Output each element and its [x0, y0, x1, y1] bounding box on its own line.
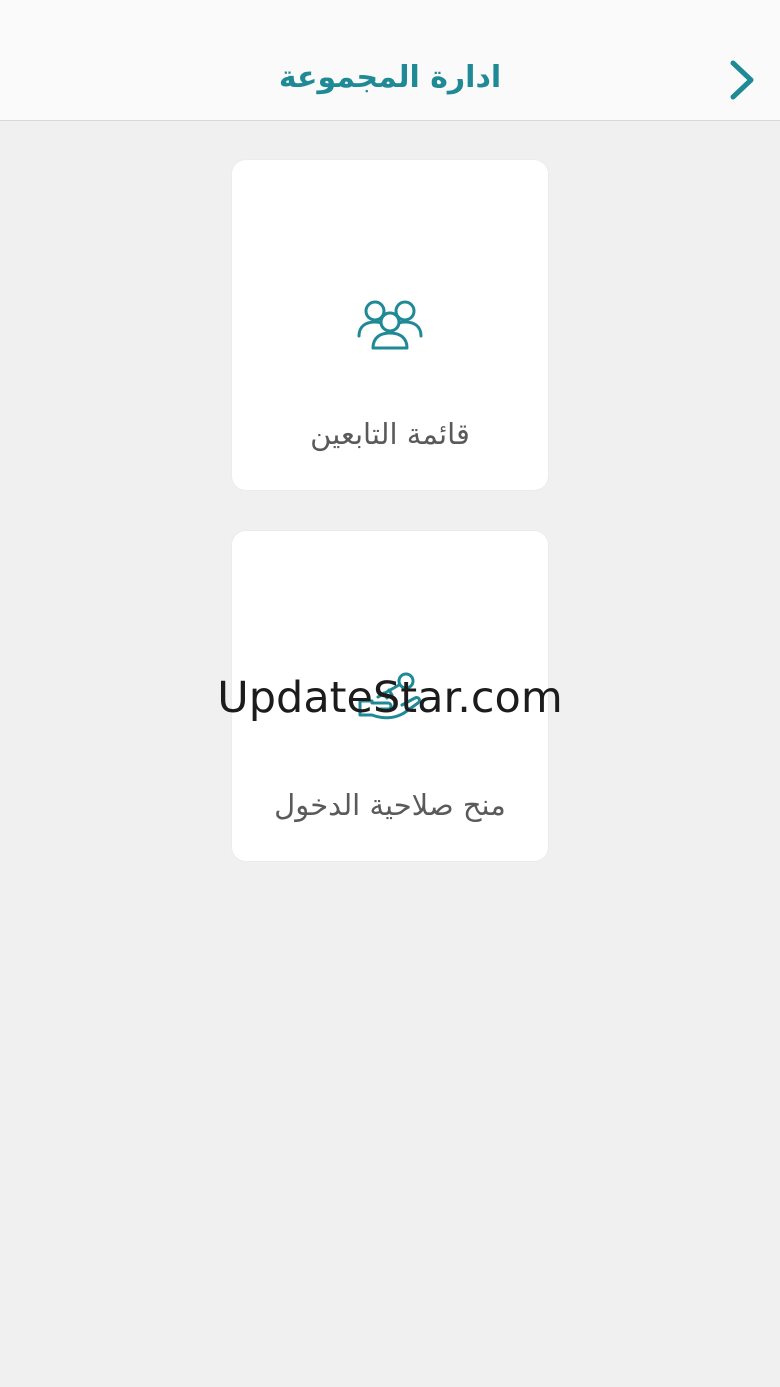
chevron-right-icon	[730, 60, 754, 100]
people-group-icon	[350, 292, 430, 356]
grant-access-card[interactable]: منح صلاحية الدخول	[232, 531, 548, 861]
app-header: ادارة المجموعة	[0, 0, 780, 121]
followers-list-card[interactable]: قائمة التابعين	[232, 160, 548, 490]
hand-with-key-icon	[350, 663, 430, 727]
page-title: ادارة المجموعة	[278, 60, 502, 95]
followers-list-label: قائمة التابعين	[310, 417, 470, 451]
grant-access-label: منح صلاحية الدخول	[274, 788, 506, 822]
back-button[interactable]	[722, 56, 762, 104]
